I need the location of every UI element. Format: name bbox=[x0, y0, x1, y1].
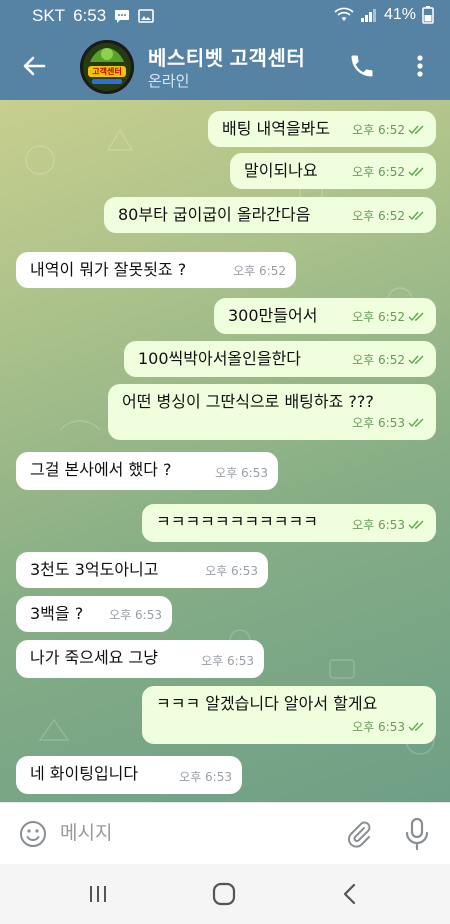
double-check-icon bbox=[408, 312, 424, 322]
clock: 6:53 bbox=[73, 6, 107, 25]
message-time: 오후 6:52 bbox=[352, 165, 405, 179]
avatar[interactable]: 고객센터 bbox=[80, 40, 134, 94]
chat-header: 고객센터 베스티벳 고객센터 온라인 bbox=[0, 32, 450, 100]
message-time: 오후 6:53 bbox=[352, 518, 405, 532]
emoji-icon[interactable] bbox=[18, 819, 48, 849]
message-text: 3백을 ? bbox=[30, 604, 84, 623]
battery-percent: 41% bbox=[383, 6, 416, 23]
message-meta: 오후 6:53 bbox=[352, 716, 426, 738]
double-check-icon bbox=[408, 125, 424, 135]
message-time: 오후 6:53 bbox=[205, 564, 258, 578]
chat-title[interactable]: 베스티벳 고객센터 bbox=[148, 42, 305, 71]
status-right: 41% bbox=[334, 6, 434, 24]
message-time: 오후 6:52 bbox=[352, 310, 405, 324]
message-in[interactable]: 네 화이팅입니다 오후 6:53 bbox=[16, 756, 242, 794]
double-check-icon bbox=[408, 355, 424, 365]
message-meta: 오후 6:52 bbox=[352, 205, 426, 227]
message-text: 배팅 내역을봐도 bbox=[222, 119, 331, 138]
message-out[interactable]: 80부타 굽이굽이 올라간다음 오후 6:52 bbox=[104, 197, 436, 233]
message-out[interactable]: 말이되나요 오후 6:52 bbox=[230, 153, 436, 189]
message-text: 어떤 병싱이 그딴식으로 배팅하죠 ??? bbox=[122, 392, 374, 411]
message-meta: 오후 6:52 bbox=[233, 260, 286, 282]
image-notification-icon bbox=[138, 9, 154, 23]
message-meta: 오후 6:52 bbox=[352, 161, 426, 183]
microphone-icon[interactable] bbox=[404, 817, 430, 851]
message-out[interactable]: ㅋㅋㅋ 알겠습니다 알아서 할게요 오후 6:53 bbox=[142, 686, 436, 744]
carrier-label: SKT bbox=[32, 6, 66, 25]
back-arrow-icon[interactable] bbox=[18, 50, 50, 82]
double-check-icon bbox=[408, 418, 424, 428]
system-nav-bar bbox=[0, 864, 450, 924]
status-left: SKT 6:53 bbox=[32, 6, 154, 26]
double-check-icon bbox=[408, 167, 424, 177]
message-text: 나가 죽으세요 그냥 bbox=[30, 648, 158, 667]
phone-icon[interactable] bbox=[348, 52, 376, 80]
message-text: 80부타 굽이굽이 올라간다음 bbox=[118, 205, 311, 224]
message-meta: 오후 6:53 bbox=[201, 650, 254, 672]
message-meta: 오후 6:52 bbox=[352, 306, 426, 328]
wifi-icon bbox=[334, 7, 354, 21]
message-in[interactable]: 3천도 3억도아니고 오후 6:53 bbox=[16, 552, 268, 588]
more-vert-icon[interactable] bbox=[410, 52, 430, 80]
message-time: 오후 6:52 bbox=[233, 264, 286, 278]
message-text: 내역이 뭐가 잘못됫죠 ? bbox=[30, 260, 187, 279]
message-time: 오후 6:53 bbox=[215, 466, 268, 480]
message-meta: 오후 6:53 bbox=[179, 766, 232, 788]
message-meta: 오후 6:53 bbox=[352, 514, 426, 536]
nav-back-icon[interactable] bbox=[340, 882, 360, 906]
message-input-bar bbox=[0, 802, 450, 864]
message-in[interactable]: 3백을 ? 오후 6:53 bbox=[16, 596, 172, 632]
message-meta: 오후 6:52 bbox=[352, 349, 426, 371]
message-text: 네 화이팅입니다 bbox=[30, 764, 139, 783]
message-time: 오후 6:53 bbox=[179, 770, 232, 784]
message-text: 그걸 본사에서 했다 ? bbox=[30, 460, 172, 479]
online-status: 온라인 bbox=[148, 73, 190, 90]
message-out[interactable]: 어떤 병싱이 그딴식으로 배팅하죠 ??? 오후 6:53 bbox=[108, 384, 436, 440]
message-notification-icon bbox=[115, 10, 130, 23]
status-bar: SKT 6:53 41% bbox=[0, 0, 450, 32]
message-meta: 오후 6:53 bbox=[205, 560, 258, 582]
paperclip-icon[interactable] bbox=[344, 819, 374, 849]
message-meta: 오후 6:52 bbox=[352, 119, 426, 141]
recent-apps-icon[interactable] bbox=[86, 884, 110, 904]
message-in[interactable]: 그걸 본사에서 했다 ? 오후 6:53 bbox=[16, 452, 278, 490]
home-icon[interactable] bbox=[212, 882, 236, 906]
double-check-icon bbox=[408, 211, 424, 221]
battery-icon bbox=[422, 6, 434, 24]
message-meta: 오후 6:53 bbox=[215, 462, 268, 484]
message-meta: 오후 6:53 bbox=[352, 412, 426, 434]
message-meta: 오후 6:53 bbox=[109, 604, 162, 626]
avatar-text: 고객센터 bbox=[92, 67, 122, 76]
message-out[interactable]: ㅋㅋㅋㅋㅋㅋㅋㅋㅋㅋㅋ 오후 6:53 bbox=[142, 504, 436, 542]
message-text: ㅋㅋㅋㅋㅋㅋㅋㅋㅋㅋㅋ bbox=[156, 512, 318, 531]
message-time: 오후 6:53 bbox=[109, 608, 162, 622]
double-check-icon bbox=[408, 722, 424, 732]
message-out[interactable]: 300만들어서 오후 6:52 bbox=[214, 298, 436, 334]
message-time: 오후 6:52 bbox=[352, 353, 405, 367]
signal-icon bbox=[360, 9, 376, 22]
message-in[interactable]: 내역이 뭐가 잘못됫죠 ? 오후 6:52 bbox=[16, 252, 296, 288]
message-time: 오후 6:53 bbox=[352, 720, 405, 734]
message-time: 오후 6:52 bbox=[352, 209, 405, 223]
message-text: ㅋㅋㅋ 알겠습니다 알아서 할게요 bbox=[156, 694, 378, 713]
message-text: 3천도 3억도아니고 bbox=[30, 560, 159, 579]
chat-area[interactable]: 배팅 내역을봐도 오후 6:52 말이되나요 오후 6:52 80부타 굽이굽이… bbox=[0, 100, 450, 802]
message-out[interactable]: 배팅 내역을봐도 오후 6:52 bbox=[208, 111, 436, 147]
message-time: 오후 6:52 bbox=[352, 123, 405, 137]
message-out[interactable]: 100씩박아서올인을한다 오후 6:52 bbox=[124, 341, 436, 377]
double-check-icon bbox=[408, 520, 424, 530]
message-time: 오후 6:53 bbox=[352, 416, 405, 430]
message-text: 100씩박아서올인을한다 bbox=[138, 349, 302, 368]
message-time: 오후 6:53 bbox=[201, 654, 254, 668]
message-input[interactable] bbox=[60, 817, 320, 851]
message-text: 말이되나요 bbox=[244, 161, 318, 180]
message-in[interactable]: 나가 죽으세요 그냥 오후 6:53 bbox=[16, 640, 264, 678]
message-text: 300만들어서 bbox=[228, 306, 318, 325]
